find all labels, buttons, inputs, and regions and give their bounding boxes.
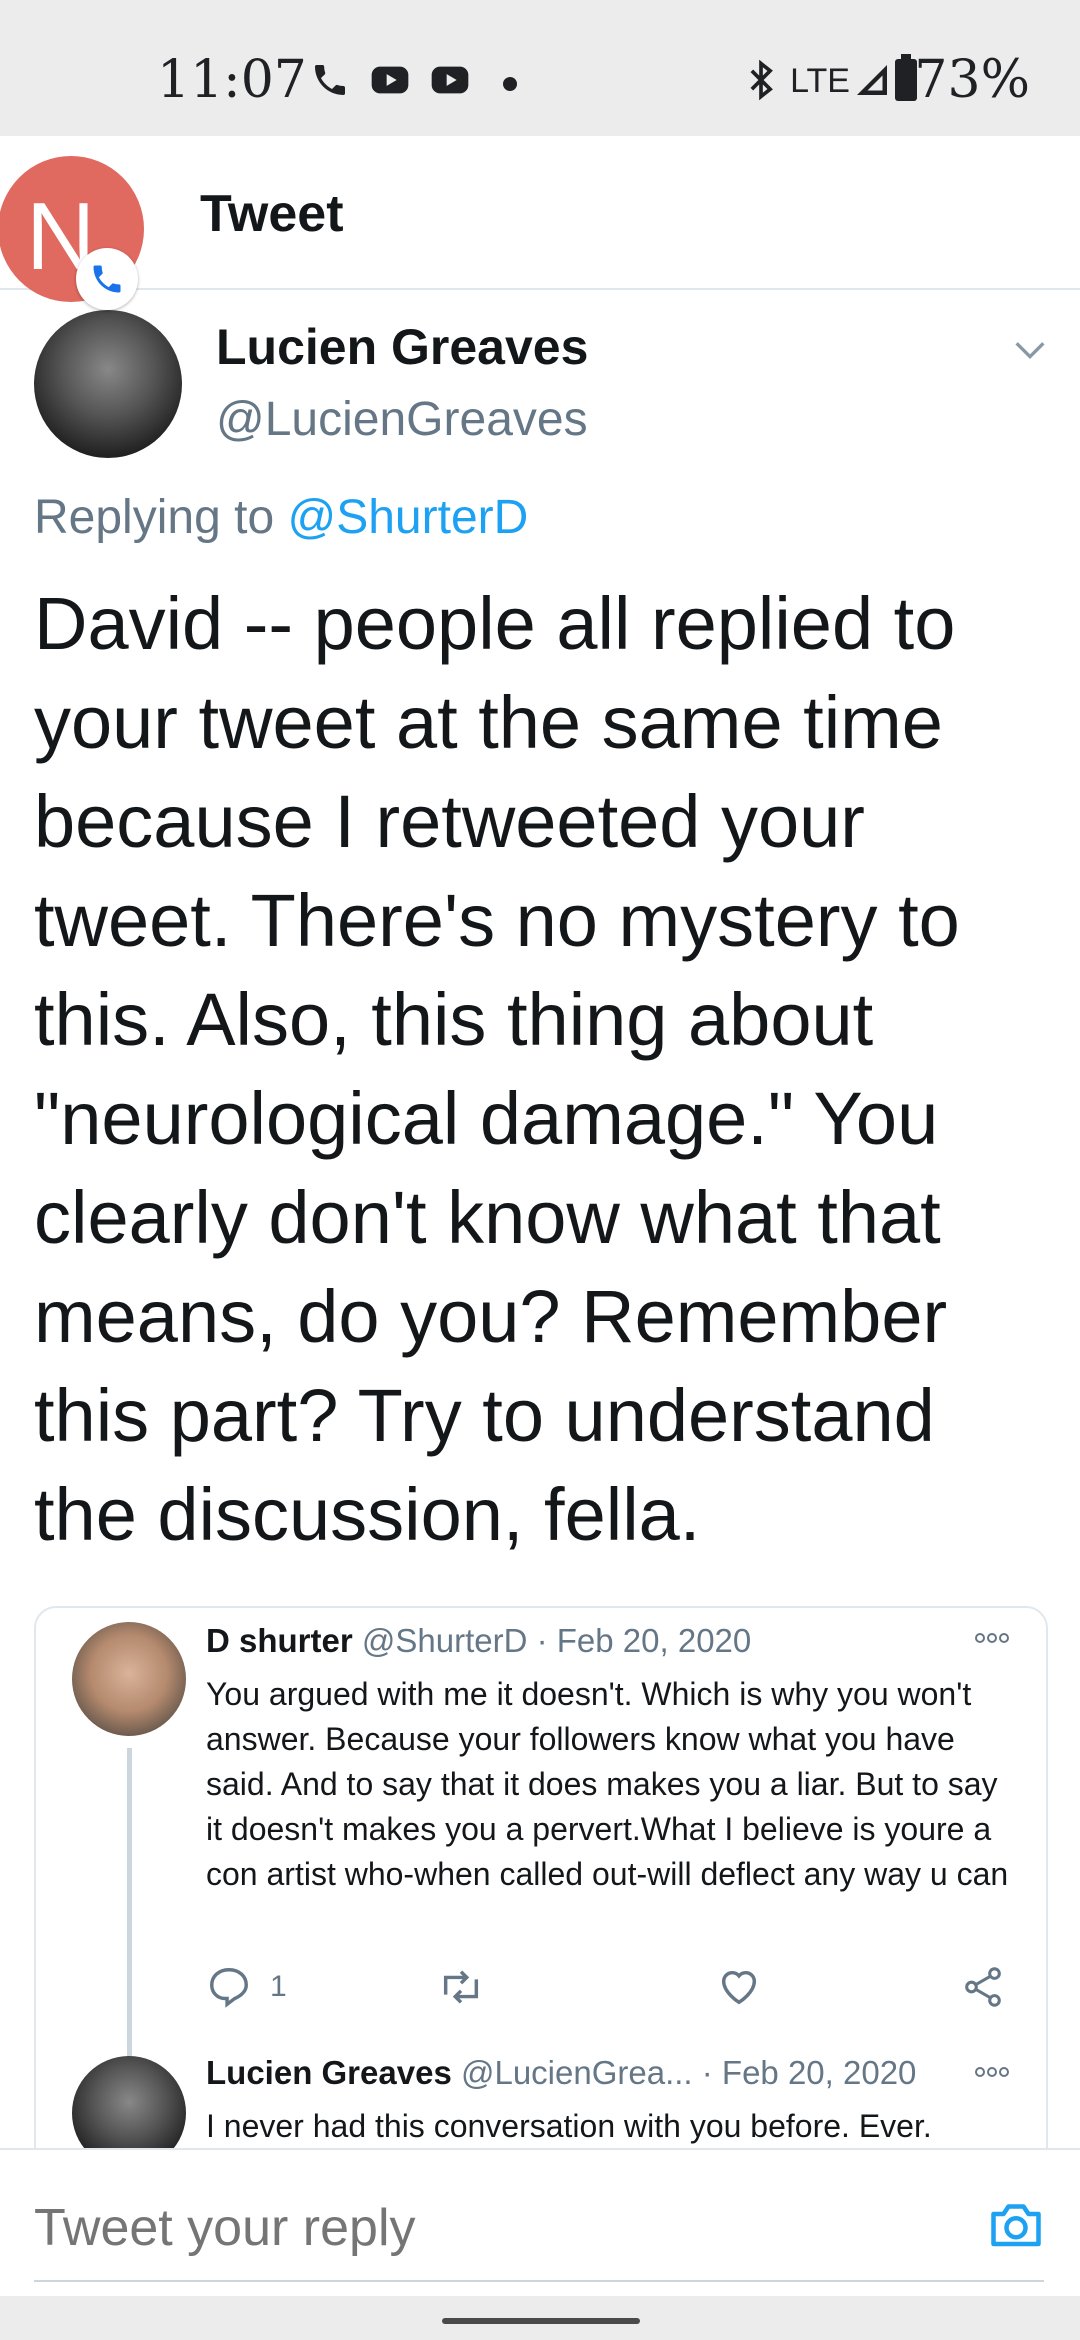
replying-to-mention[interactable]: @ShurterD <box>287 491 528 544</box>
app-header: Tweet <box>0 136 1080 290</box>
quoted-reply-handle: @LucienGrea... <box>460 2054 693 2091</box>
thread-line <box>127 1748 132 2088</box>
quoted-handle: @ShurterD <box>361 1622 528 1659</box>
like-icon <box>721 1970 757 2005</box>
home-gesture-handle[interactable] <box>442 2318 640 2324</box>
quoted-reply-text: I never had this conversation with you b… <box>206 2108 932 2144</box>
chat-head-bubble[interactable]: N <box>0 156 144 310</box>
youtube-icon <box>371 66 409 94</box>
tweet-menu-button[interactable] <box>1010 330 1050 375</box>
quoted-reply-header: Lucien Greaves @LucienGrea... · Feb 20, … <box>206 2054 916 2092</box>
tweet-image-card[interactable]: D shurter @ShurterD · Feb 20, 2020 You a… <box>34 1606 1048 2230</box>
author-avatar[interactable] <box>34 310 182 458</box>
call-badge <box>76 248 138 310</box>
reply-icon <box>210 1968 248 2008</box>
gesture-nav-bar <box>0 2296 1080 2340</box>
network-label: LTE <box>790 62 850 100</box>
camera-icon <box>991 2204 1041 2247</box>
chevron-down-icon <box>1015 342 1045 360</box>
status-bar: 11:07 LTE 73% <box>0 0 1080 136</box>
status-system-icons: LTE 73% <box>730 50 1030 110</box>
quoted-actions: 1 <box>206 1964 1006 2014</box>
camera-button[interactable] <box>986 2194 1046 2259</box>
tweet-body: David -- people all replied to your twee… <box>34 582 960 1556</box>
quoted-avatar <box>72 1622 186 1736</box>
more-icon <box>972 1630 1012 1651</box>
dot-icon <box>503 77 517 91</box>
battery-percentage: 73% <box>914 50 1030 110</box>
youtube-icon <box>431 66 469 94</box>
replying-to-prefix: Replying to <box>34 491 275 544</box>
replying-to-line: Replying to @ShurterD <box>34 490 528 545</box>
reply-count: 1 <box>270 1970 287 2003</box>
quoted-date: · Feb 20, 2020 <box>536 1622 752 1659</box>
quoted-header: D shurter @ShurterD · Feb 20, 2020 <box>206 1622 751 1660</box>
page-title: Tweet <box>200 185 344 243</box>
quoted-reply-name: Lucien Greaves <box>206 2054 452 2091</box>
signal-icon <box>857 65 887 95</box>
reply-underline <box>34 2280 1044 2282</box>
quoted-text: You argued with me it doesn't. Which is … <box>206 1676 1009 1892</box>
more-icon <box>972 2064 1012 2085</box>
phone-icon <box>93 265 121 293</box>
author-name[interactable]: Lucien Greaves <box>216 318 588 376</box>
share-icon <box>965 1967 1001 2007</box>
reply-bar <box>0 2148 1080 2298</box>
reply-input[interactable] <box>34 2198 934 2258</box>
status-time: 11:07 <box>157 50 307 110</box>
retweet-icon <box>443 1970 479 2004</box>
quoted-reply-date: · Feb 20, 2020 <box>701 2054 917 2091</box>
author-handle[interactable]: @LucienGreaves <box>216 392 588 447</box>
quoted-name: D shurter <box>206 1622 353 1659</box>
bluetooth-icon <box>750 59 773 101</box>
phone-icon <box>315 65 345 95</box>
